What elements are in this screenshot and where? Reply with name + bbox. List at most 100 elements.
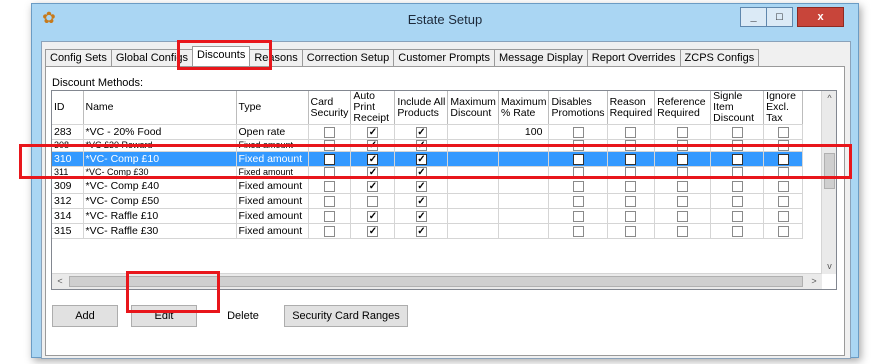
checkbox-unchecked[interactable] xyxy=(677,167,689,178)
checkbox-unchecked[interactable] xyxy=(323,126,335,138)
column-header[interactable]: Type xyxy=(236,91,309,125)
checkbox-unchecked[interactable] xyxy=(572,126,584,138)
checkbox-unchecked[interactable] xyxy=(323,225,335,237)
checkbox-unchecked[interactable] xyxy=(572,153,584,165)
checkbox-unchecked[interactable] xyxy=(323,180,335,192)
table-row[interactable]: 311 *VC- Comp £30 Fixed amount ✓ ✓ xyxy=(52,166,804,179)
vertical-scroll-thumb[interactable] xyxy=(824,153,835,189)
checkbox-unchecked[interactable] xyxy=(625,195,637,207)
checkbox-unchecked[interactable] xyxy=(677,195,689,207)
checkbox-unchecked[interactable] xyxy=(677,225,689,237)
checkbox-unchecked[interactable] xyxy=(625,153,637,165)
close-button[interactable]: x xyxy=(797,7,844,27)
checkbox-unchecked[interactable] xyxy=(731,153,743,165)
horizontal-scrollbar[interactable]: < > xyxy=(52,273,822,289)
column-header[interactable]: Include All Products xyxy=(394,91,449,125)
checkbox-checked[interactable]: ✓ xyxy=(367,225,379,237)
security-card-ranges-button[interactable]: Security Card Ranges xyxy=(284,305,408,327)
checkbox-unchecked[interactable] xyxy=(731,195,743,207)
checkbox-unchecked[interactable] xyxy=(731,225,743,237)
checkbox-unchecked[interactable] xyxy=(625,140,637,151)
checkbox-checked[interactable]: ✓ xyxy=(367,167,379,178)
checkbox-unchecked[interactable] xyxy=(677,126,689,138)
checkbox-unchecked[interactable] xyxy=(323,167,335,178)
tab-discounts[interactable]: Discounts xyxy=(192,46,251,66)
scroll-left-icon[interactable]: < xyxy=(52,274,68,289)
checkbox-unchecked[interactable] xyxy=(625,210,637,222)
checkbox-unchecked[interactable] xyxy=(777,153,789,165)
table-row[interactable]: 309 *VC- Comp £40 Fixed amount ✓ ✓ xyxy=(52,178,804,194)
checkbox-unchecked[interactable] xyxy=(323,210,335,222)
add-button[interactable]: Add xyxy=(52,305,118,327)
tab-report-overrides[interactable]: Report Overrides xyxy=(586,49,681,67)
checkbox-unchecked[interactable] xyxy=(731,167,743,178)
discount-methods-grid[interactable]: ID Name Type Card Security Auto Print Re… xyxy=(51,90,837,290)
maximize-button[interactable]: □ xyxy=(766,7,793,27)
delete-button[interactable]: Delete xyxy=(210,305,276,327)
checkbox-unchecked[interactable] xyxy=(572,210,584,222)
checkbox-unchecked[interactable] xyxy=(777,195,789,207)
checkbox-unchecked[interactable] xyxy=(323,195,335,207)
edit-button[interactable]: Edit xyxy=(131,305,197,327)
checkbox-checked[interactable]: ✓ xyxy=(367,210,379,222)
checkbox-unchecked[interactable] xyxy=(777,180,789,192)
checkbox-checked[interactable]: ✓ xyxy=(415,126,427,138)
scroll-down-icon[interactable]: v xyxy=(822,259,836,274)
column-header[interactable]: Reason Required xyxy=(607,91,656,125)
column-header[interactable]: Ignore Excl. Tax xyxy=(763,91,804,125)
vertical-scrollbar[interactable]: ^ v xyxy=(821,91,836,274)
checkbox-unchecked[interactable] xyxy=(731,126,743,138)
checkbox-checked[interactable]: ✓ xyxy=(415,195,427,207)
checkbox-checked[interactable]: ✓ xyxy=(415,153,427,165)
column-header[interactable]: Signle Item Discount xyxy=(710,91,765,125)
checkbox-unchecked[interactable] xyxy=(625,126,637,138)
scroll-right-icon[interactable]: > xyxy=(806,274,822,289)
checkbox-checked[interactable]: ✓ xyxy=(367,140,379,151)
column-header[interactable]: Name xyxy=(83,91,237,125)
table-row[interactable]: 312 *VC- Comp £50 Fixed amount ✓ xyxy=(52,193,804,209)
tab-global-configs[interactable]: Global Configs xyxy=(110,49,194,67)
checkbox-unchecked[interactable] xyxy=(572,140,584,151)
column-header[interactable]: ID xyxy=(52,91,84,125)
tab-zcps-configs[interactable]: ZCPS Configs xyxy=(679,49,760,67)
table-row-selected[interactable]: 310 *VC- Comp £10 Fixed amount ✓ ✓ xyxy=(52,151,804,167)
checkbox-checked[interactable]: ✓ xyxy=(367,180,379,192)
title-bar[interactable]: ✿ Estate Setup _ □ x xyxy=(32,4,858,34)
column-header[interactable]: Reference Required xyxy=(654,91,712,125)
column-header[interactable]: Auto Print Receipt xyxy=(350,91,396,125)
checkbox-unchecked[interactable] xyxy=(777,140,789,151)
table-row[interactable]: 315 *VC- Raffle £30 Fixed amount ✓ ✓ xyxy=(52,223,804,239)
checkbox-unchecked[interactable] xyxy=(777,167,789,178)
checkbox-unchecked[interactable] xyxy=(323,140,335,151)
checkbox-unchecked[interactable] xyxy=(777,225,789,237)
checkbox-unchecked[interactable] xyxy=(777,210,789,222)
checkbox-unchecked[interactable] xyxy=(731,180,743,192)
tab-config-sets[interactable]: Config Sets xyxy=(45,49,112,67)
checkbox-checked[interactable]: ✓ xyxy=(415,180,427,192)
scroll-up-icon[interactable]: ^ xyxy=(822,91,836,106)
table-row[interactable]: 308 *VC £30 Reward Fixed amount ✓ ✓ xyxy=(52,139,804,152)
checkbox-checked[interactable]: ✓ xyxy=(415,140,427,151)
tab-correction-setup[interactable]: Correction Setup xyxy=(301,49,395,67)
minimize-button[interactable]: _ xyxy=(740,7,767,27)
table-row[interactable]: 314 *VC- Raffle £10 Fixed amount ✓ ✓ xyxy=(52,208,804,224)
checkbox-unchecked[interactable] xyxy=(625,225,637,237)
checkbox-checked[interactable]: ✓ xyxy=(415,225,427,237)
column-header[interactable]: Disables Promotions xyxy=(548,91,608,125)
checkbox-checked[interactable]: ✓ xyxy=(367,153,379,165)
checkbox-unchecked[interactable] xyxy=(677,210,689,222)
checkbox-unchecked[interactable] xyxy=(625,180,637,192)
checkbox-checked[interactable]: ✓ xyxy=(415,210,427,222)
checkbox-unchecked[interactable] xyxy=(731,210,743,222)
checkbox-checked[interactable]: ✓ xyxy=(367,126,379,138)
checkbox-unchecked[interactable] xyxy=(625,167,637,178)
checkbox-unchecked[interactable] xyxy=(677,140,689,151)
checkbox-unchecked[interactable] xyxy=(572,195,584,207)
checkbox-unchecked[interactable] xyxy=(677,153,689,165)
checkbox-unchecked[interactable] xyxy=(777,126,789,138)
checkbox-unchecked[interactable] xyxy=(367,195,379,207)
table-row[interactable]: 283 *VC - 20% Food Open rate ✓ ✓ 100 xyxy=(52,124,804,140)
checkbox-checked[interactable]: ✓ xyxy=(415,167,427,178)
checkbox-unchecked[interactable] xyxy=(677,180,689,192)
checkbox-unchecked[interactable] xyxy=(572,225,584,237)
